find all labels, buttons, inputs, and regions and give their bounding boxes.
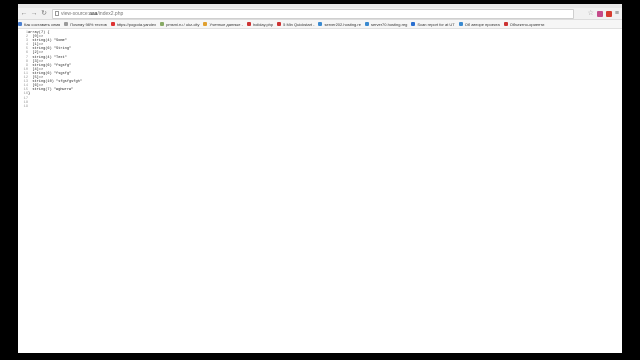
page-content: 1 2 3 4 5 6 7 8 9 10 11 12 13 14 15 16 17 18 19 array(7) {… xyxy=(18,29,622,353)
forward-arrow-icon[interactable]: → xyxy=(30,10,38,18)
favicon-icon xyxy=(64,22,69,26)
favicon-icon xyxy=(160,22,165,26)
bookmark-item[interactable]: Scan report for at UT xyxy=(411,21,455,27)
favicon-icon xyxy=(318,22,323,26)
bookmark-label: Почему 98% тестов xyxy=(70,21,107,27)
favicon-icon xyxy=(277,22,282,26)
url-scheme: view-source: xyxy=(61,10,90,17)
extension-area: ☆ ≡ xyxy=(588,10,619,17)
bookmark-star-icon[interactable]: ☆ xyxy=(588,10,594,17)
bookmark-label: Учетные данные - xyxy=(209,21,243,27)
bookmark-label: server70.hosting.reg xyxy=(370,21,408,27)
bookmark-item[interactable]: https://pogoda.yandex xyxy=(110,21,157,27)
bookmark-label: server202.hosting.re xyxy=(324,21,361,27)
extension-icon[interactable] xyxy=(605,10,612,17)
bookmark-label: holiday.php xyxy=(252,21,274,27)
bookmark-label: 5 Min Quickstart - xyxy=(283,21,315,27)
bookmark-label: Об авторе проекта xyxy=(464,21,500,27)
bookmark-item[interactable]: 5 Min Quickstart - xyxy=(277,22,314,27)
favicon-icon xyxy=(411,22,416,26)
browser-window: ← → ↻ view-source: aaa /index2.php ☆ ≡ К… xyxy=(18,4,622,353)
url-path: /index2.php xyxy=(97,10,124,17)
favicon-icon xyxy=(246,22,251,26)
source-code: array(7) { [0]=> string(4) "Some" [1]=> … xyxy=(28,31,82,109)
bookmark-item[interactable]: Учетные данные - xyxy=(203,22,243,27)
address-bar[interactable]: view-source: aaa /index2.php xyxy=(52,8,574,19)
bookmarks-bar: Как составить семя Почему 98% тестов https… xyxy=(18,20,622,29)
back-arrow-icon[interactable]: ← xyxy=(20,10,28,18)
line-number-gutter: 1 2 3 4 5 6 7 8 9 10 11 12 13 14 15 16 17 18 19 xyxy=(18,31,28,109)
bookmark-label: https://pogoda.yandex xyxy=(116,21,157,27)
favicon-icon xyxy=(364,22,369,26)
bookmark-label: Scan report for at UT xyxy=(417,21,455,27)
bookmark-item[interactable]: pmsmi.ru / ukz-city xyxy=(160,22,199,27)
browser-toolbar: ← → ↻ view-source: aaa /index2.php ☆ ≡ xyxy=(18,8,622,20)
favicon-icon xyxy=(503,22,508,26)
favicon-icon xyxy=(458,22,463,26)
bookmark-item[interactable]: Как составить семя xyxy=(18,22,60,27)
menu-icon[interactable]: ≡ xyxy=(615,10,619,17)
favicon-icon xyxy=(203,22,208,26)
url-host: aaa xyxy=(89,10,98,17)
bookmark-item[interactable]: server70.hosting.reg xyxy=(364,21,408,27)
bookmark-item[interactable]: Почему 98% тестов xyxy=(64,22,107,27)
bookmark-label: Как составить семя xyxy=(24,21,61,27)
bookmark-item[interactable]: server202.hosting.re xyxy=(318,21,361,27)
bookmark-label: pmsmi.ru / ukz-city xyxy=(166,21,200,27)
line-number: 19 xyxy=(23,104,28,109)
page-icon xyxy=(55,11,59,16)
favicon-icon xyxy=(18,22,22,26)
reload-icon[interactable]: ↻ xyxy=(40,10,48,18)
bookmark-item[interactable]: holiday.php xyxy=(246,21,274,27)
bookmark-label: Объектно-ориенти xyxy=(509,21,545,27)
bookmark-item[interactable]: Об авторе проекта xyxy=(458,21,500,27)
extension-icon[interactable] xyxy=(596,10,603,17)
bookmark-item[interactable]: Объектно-ориенти xyxy=(503,21,545,27)
favicon-icon xyxy=(110,22,115,26)
